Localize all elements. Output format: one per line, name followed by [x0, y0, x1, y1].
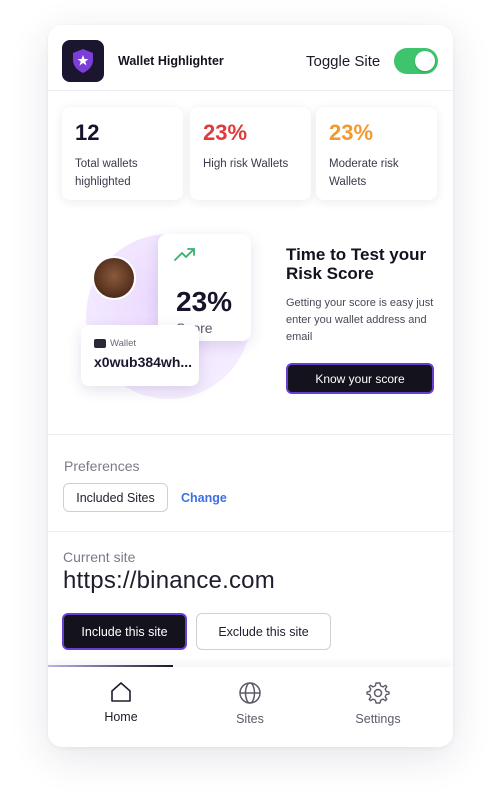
- divider: [48, 434, 453, 435]
- current-site-url: https://binance.com: [63, 567, 275, 594]
- extension-popup: Wallet Highlighter Toggle Site 12 Total …: [48, 25, 453, 747]
- bottom-nav: Home Sites Settings: [48, 667, 453, 747]
- stat-card-total: 12 Total wallets highlighted: [62, 107, 183, 200]
- avatar: [92, 256, 136, 300]
- nav-label: Settings: [355, 712, 401, 726]
- shield-icon: [73, 49, 93, 73]
- app-logo: [62, 40, 104, 82]
- stat-label: High risk Wallets: [203, 158, 289, 170]
- toggle-site-switch[interactable]: [394, 48, 438, 74]
- score-value: 23%: [176, 286, 233, 317]
- header: Wallet Highlighter Toggle Site: [48, 25, 453, 91]
- include-site-button[interactable]: Include this site: [62, 613, 187, 650]
- current-site-title: Current site: [63, 549, 136, 565]
- nav-item-home[interactable]: Home: [76, 681, 166, 724]
- home-icon: [111, 682, 131, 702]
- stat-card-moderate-risk: 23% Moderate risk Wallets: [316, 107, 437, 200]
- gear-icon: [366, 682, 390, 704]
- wallet-card: Wallet x0wub384wh...: [81, 325, 199, 386]
- promo-title: Time to Test your Risk Score: [286, 245, 427, 283]
- know-your-score-button[interactable]: Know your score: [286, 363, 434, 394]
- wallet-icon: [94, 339, 106, 348]
- trending-up-icon: [174, 248, 195, 261]
- stat-label: Moderate risk Wallets: [329, 158, 399, 188]
- change-link[interactable]: Change: [181, 491, 227, 505]
- preferences-title: Preferences: [64, 458, 140, 474]
- wallet-address: x0wub384wh...: [94, 354, 193, 370]
- nav-label: Home: [104, 710, 138, 724]
- promo-text: Getting your score is easy just enter yo…: [286, 297, 434, 343]
- wallet-label: Wallet: [110, 338, 137, 349]
- exclude-site-button[interactable]: Exclude this site: [196, 613, 331, 650]
- stat-value: 23%: [329, 120, 374, 145]
- globe-icon: [239, 682, 261, 704]
- toggle-knob: [415, 51, 435, 71]
- nav-item-sites[interactable]: Sites: [205, 681, 295, 726]
- nav-item-settings[interactable]: Settings: [333, 681, 423, 726]
- divider: [48, 531, 453, 532]
- nav-label: Sites: [236, 712, 264, 726]
- stat-value: 12: [75, 120, 100, 145]
- toggle-site-label: Toggle Site: [306, 53, 381, 70]
- stat-card-high-risk: 23% High risk Wallets: [190, 107, 311, 200]
- app-name: Wallet Highlighter: [118, 54, 224, 68]
- included-sites-pill[interactable]: Included Sites: [63, 483, 168, 512]
- stat-label: Total wallets highlighted: [75, 158, 138, 188]
- stat-value: 23%: [203, 120, 248, 145]
